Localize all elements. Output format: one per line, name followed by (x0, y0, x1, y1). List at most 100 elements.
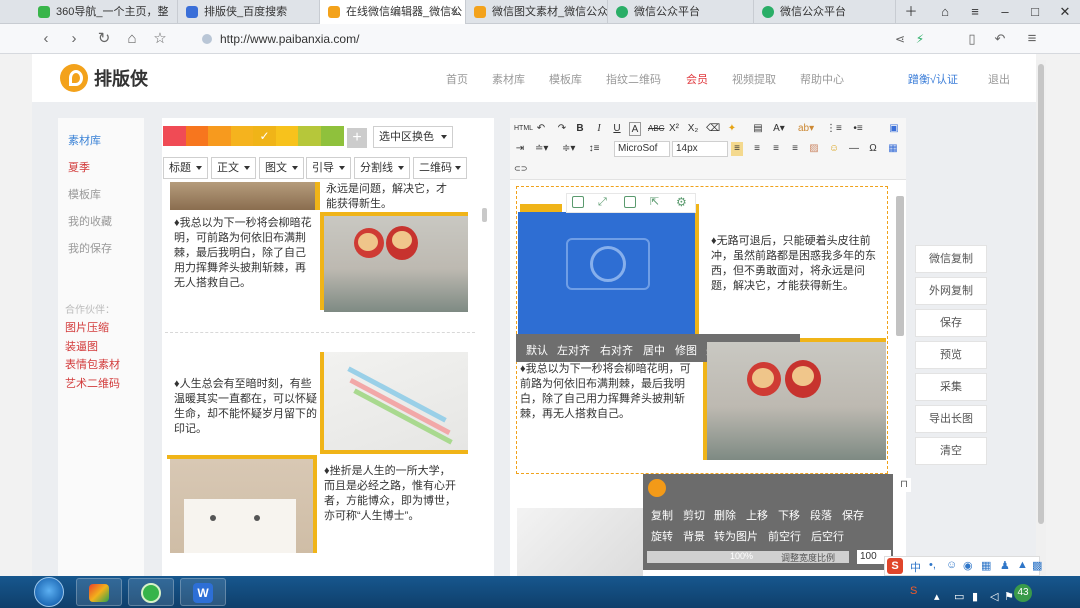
ctx-align-right[interactable]: 右对齐 (600, 342, 633, 358)
tab-materials[interactable]: 微信图文素材_微信公众 (466, 0, 608, 24)
new-tab-button[interactable]: ＋ (896, 0, 926, 24)
tray-badge[interactable]: 43 (1014, 584, 1032, 602)
menu-materials[interactable]: 素材库 (492, 71, 525, 87)
menu-templates[interactable]: 模板库 (549, 71, 582, 87)
nav-summer[interactable]: 夏季 (68, 159, 90, 175)
taskbar-browser[interactable] (128, 578, 174, 606)
star-icon[interactable]: ☆ (150, 29, 170, 49)
unordered-list-icon[interactable]: •≡ (852, 122, 864, 136)
tray-flag-icon[interactable]: ⚑ (1004, 590, 1014, 603)
justify-icon[interactable]: ≡ (789, 142, 801, 156)
popup-paragraph[interactable]: 段落 (810, 507, 832, 523)
taskbar-wps[interactable]: W (180, 578, 226, 606)
menu-qrcode[interactable]: 指纹二维码 (606, 71, 661, 87)
fullscreen-icon[interactable]: ▣ (888, 122, 900, 136)
user-link[interactable]: 蹭衡√认证 (908, 71, 958, 87)
table-icon[interactable]: ▦ (887, 142, 899, 156)
editor-scrollbar[interactable] (896, 196, 904, 336)
horizontal-rule-icon[interactable]: — (848, 142, 860, 156)
color-swatch-selected[interactable]: ✓ (253, 126, 276, 146)
category-title[interactable]: 标题 (163, 157, 208, 179)
highlight-icon[interactable]: ab▾ (798, 122, 814, 136)
category-body[interactable]: 正文 (211, 157, 256, 179)
back-icon[interactable]: ‹ (36, 29, 56, 49)
browser-menu-icon[interactable]: ≡ (1022, 29, 1042, 49)
material-card1-top-text[interactable]: 永远是问题，解决它，才能获得新生。 (326, 182, 456, 212)
italic-icon[interactable]: I (593, 122, 605, 136)
tab-wechat-1[interactable]: 微信公众平台 (608, 0, 754, 24)
link-icon[interactable]: ⊂⊃ (514, 162, 527, 176)
category-image-text[interactable]: 图文 (259, 157, 304, 179)
color-swatch[interactable] (208, 126, 231, 146)
save-button[interactable]: 保存 (915, 309, 987, 337)
color-region-select[interactable]: 选中区换色 (373, 126, 453, 148)
site-logo[interactable]: 排版侠 (60, 64, 148, 92)
color-dot-icon[interactable] (648, 479, 666, 497)
align-right-icon[interactable]: ≡ (770, 142, 782, 156)
underline-icon[interactable]: U (611, 122, 623, 136)
sogou-tray-icon[interactable]: S (910, 585, 917, 597)
material-card3-text[interactable]: ♦挫折是人生的一所大学，而且是必经之路，惟有心开者，方能博众，即为博世，亦可称“… (324, 464, 460, 524)
magic-wand-icon[interactable]: ✦ (726, 122, 738, 136)
tray-printer-icon[interactable]: ▭ (954, 590, 964, 603)
pens-image[interactable] (324, 352, 468, 450)
eraser-icon[interactable]: ⌫ (706, 122, 720, 136)
material-card2-text[interactable]: ♦人生总会有至暗时刻，有些温暖其实一直都在，可以怀疑生命，却不能怀疑岁月留下的印… (174, 377, 318, 437)
cat-box-image[interactable] (170, 459, 313, 553)
html-source-icon[interactable]: HTML (514, 122, 533, 136)
tab-wechat-2[interactable]: 微信公众平台 (754, 0, 896, 24)
nav-templates[interactable]: 模板库 (68, 186, 101, 202)
undo-icon[interactable]: ↶ (535, 122, 547, 136)
settings-gear-icon[interactable]: ⚙ (676, 196, 688, 208)
tab-360[interactable]: 360导航_一个主页，整 (30, 0, 178, 24)
color-swatch[interactable] (185, 126, 209, 146)
collect-button[interactable]: 采集 (915, 373, 987, 401)
font-size-select[interactable]: 14px (672, 141, 728, 157)
start-button[interactable] (34, 577, 64, 607)
popup-space-after[interactable]: 后空行 (811, 528, 844, 544)
minimize-icon[interactable]: – (990, 0, 1020, 24)
doc-next-image[interactable] (517, 508, 643, 576)
popup-background[interactable]: 背景 (683, 528, 705, 544)
partner-meme[interactable]: 装逼图 (65, 338, 98, 354)
category-divider[interactable]: 分割线 (354, 157, 410, 179)
tray-arrow-icon[interactable]: ▴ (934, 590, 940, 603)
font-color-icon[interactable]: A▾ (773, 122, 785, 136)
url-field[interactable]: http://www.paibanxia.com/ (196, 29, 876, 49)
tray-network-icon[interactable]: ▮ (972, 590, 978, 603)
mic-icon[interactable]: ◉ (963, 559, 973, 572)
ctx-center[interactable]: 居中 (643, 342, 665, 358)
align-left-icon[interactable]: ≡ (731, 142, 743, 156)
color-swatch[interactable] (298, 126, 321, 146)
row-height-icon[interactable]: ↕≡ (588, 142, 600, 156)
page-scrollbar-thumb[interactable] (1038, 64, 1044, 524)
forward-icon[interactable]: › (64, 29, 84, 49)
doc-text-1[interactable]: ♦无路可退后，只能硬着头皮往前冲，虽然前路都是困惑我多年的东西，但不勇敢面对，将… (711, 234, 877, 294)
format-painter-icon[interactable]: ▤ (752, 122, 764, 136)
ctx-align-left[interactable]: 左对齐 (557, 342, 590, 358)
grid-icon[interactable]: ▩ (1032, 559, 1042, 572)
ctx-default[interactable]: 默认 (526, 342, 548, 358)
lock-icon[interactable]: ⊓ (897, 478, 911, 492)
material-scrollbar[interactable] (482, 208, 487, 222)
menu-video[interactable]: 视频提取 (732, 71, 776, 87)
menu-vip[interactable]: 会员 (686, 71, 708, 87)
special-char-icon[interactable]: Ω (867, 142, 879, 156)
menu-home[interactable]: 首页 (446, 71, 468, 87)
popup-rotate[interactable]: 旋转 (651, 528, 673, 544)
color-swatch[interactable] (163, 126, 186, 146)
user-icon[interactable]: ♟ (1000, 559, 1010, 572)
expand-icon[interactable]: ⤢ (598, 196, 610, 208)
color-swatch[interactable] (230, 126, 254, 146)
color-swatch[interactable] (320, 126, 344, 146)
material-card1-text[interactable]: ♦我总以为下一秒将会柳暗花明，可前路为何依旧布满荆棘，最后我明白，除了自己用力挥… (174, 216, 314, 291)
preview-button[interactable]: 预览 (915, 341, 987, 369)
popup-copy[interactable]: 复制 (651, 507, 673, 523)
shirt-icon[interactable]: ▲ (1017, 559, 1028, 571)
category-guide[interactable]: 引导 (306, 157, 351, 179)
ime-mode[interactable]: 中 (910, 559, 921, 575)
popup-to-image[interactable]: 转为图片 (714, 528, 758, 544)
category-qrcode[interactable]: 二维码 (413, 157, 467, 179)
dolls-image[interactable] (324, 216, 468, 312)
close-tab-icon[interactable]: ✕ (450, 0, 459, 24)
